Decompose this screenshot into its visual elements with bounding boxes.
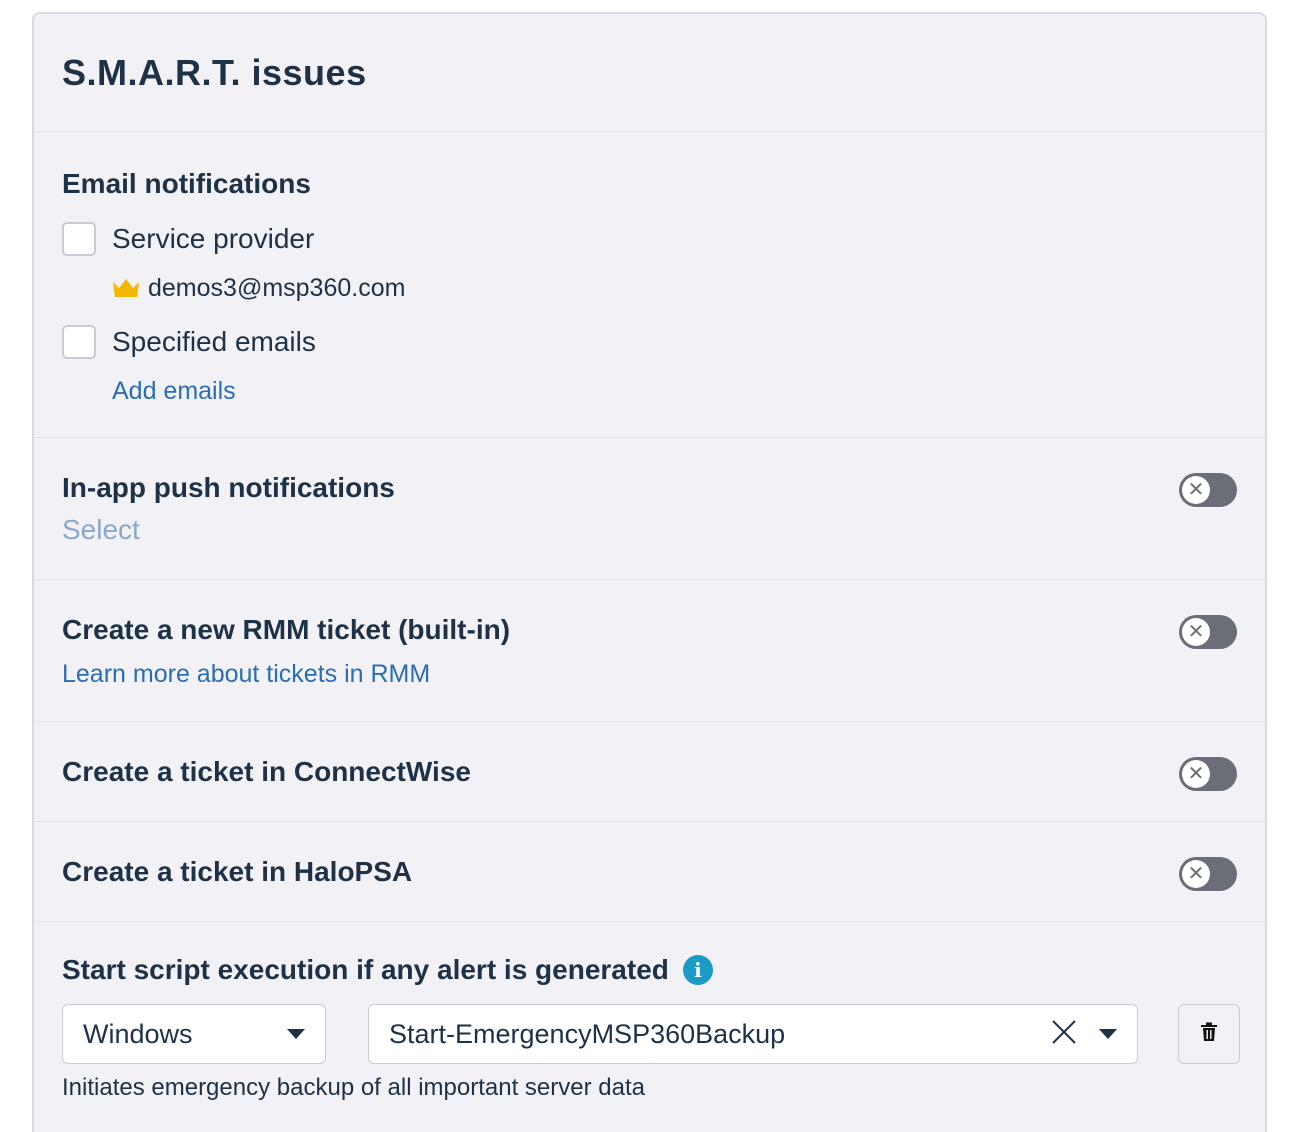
specified-emails-label: Specified emails [112, 326, 316, 357]
script-execution-section: Start script execution if any alert is g… [34, 922, 1265, 1132]
clear-icon[interactable] [1051, 1018, 1077, 1050]
delete-script-button[interactable] [1178, 1004, 1240, 1064]
push-select-link[interactable]: Select [62, 514, 1265, 546]
script-select[interactable]: Start-EmergencyMSP360Backup [368, 1004, 1138, 1064]
smart-issues-panel: S.M.A.R.T. issues Email notifications Se… [32, 12, 1267, 1132]
chevron-down-icon [1099, 1029, 1117, 1039]
script-controls: Windows Start-EmergencyMSP360Backup [62, 1004, 1265, 1064]
email-notifications-heading: Email notifications [62, 168, 311, 199]
connectwise-section: Create a ticket in ConnectWise ✕ [34, 722, 1265, 822]
push-notifications-section: In-app push notifications Select ✕ [34, 438, 1265, 580]
panel-title: S.M.A.R.T. issues [34, 14, 1265, 132]
service-provider-checkbox[interactable] [62, 222, 96, 256]
halopsa-heading: Create a ticket in HaloPSA [62, 856, 413, 887]
learn-more-rmm-link[interactable]: Learn more about tickets in RMM [62, 660, 1265, 689]
rmm-ticket-section: Create a new RMM ticket (built-in) Learn… [34, 580, 1265, 722]
chevron-down-icon [287, 1029, 305, 1039]
rmm-ticket-heading: Create a new RMM ticket (built-in) [62, 614, 511, 645]
provider-email-line: demos3@msp360.com [62, 274, 1265, 303]
close-icon: ✕ [1182, 618, 1210, 646]
os-select-value: Windows [83, 1018, 193, 1049]
rmm-ticket-toggle[interactable]: ✕ [1179, 615, 1237, 649]
os-select[interactable]: Windows [62, 1004, 326, 1064]
specified-emails-checkbox[interactable] [62, 325, 96, 359]
connectwise-heading: Create a ticket in ConnectWise [62, 756, 471, 787]
connectwise-toggle[interactable]: ✕ [1179, 757, 1237, 791]
halopsa-section: Create a ticket in HaloPSA ✕ [34, 822, 1265, 922]
provider-email: demos3@msp360.com [148, 274, 406, 302]
add-emails-link[interactable]: Add emails [62, 377, 1265, 406]
service-provider-label: Service provider [112, 223, 315, 254]
push-notifications-heading: In-app push notifications [62, 472, 395, 503]
email-notifications-section: Email notifications Service provider dem… [34, 132, 1265, 438]
script-heading-row: Start script execution if any alert is g… [62, 954, 1265, 986]
close-icon: ✕ [1182, 760, 1210, 788]
info-icon[interactable]: i [682, 955, 713, 985]
close-icon: ✕ [1182, 860, 1210, 888]
script-heading: Start script execution if any alert is g… [62, 954, 669, 985]
script-description: Initiates emergency backup of all import… [62, 1074, 645, 1101]
trash-icon [1200, 1022, 1218, 1047]
push-notifications-toggle[interactable]: ✕ [1179, 473, 1237, 507]
specified-emails-option[interactable]: Specified emails [62, 325, 1265, 359]
service-provider-option[interactable]: Service provider [62, 222, 1265, 256]
halopsa-toggle[interactable]: ✕ [1179, 857, 1237, 891]
close-icon: ✕ [1182, 476, 1210, 504]
script-select-value: Start-EmergencyMSP360Backup [389, 1018, 786, 1049]
crown-icon [112, 278, 140, 300]
